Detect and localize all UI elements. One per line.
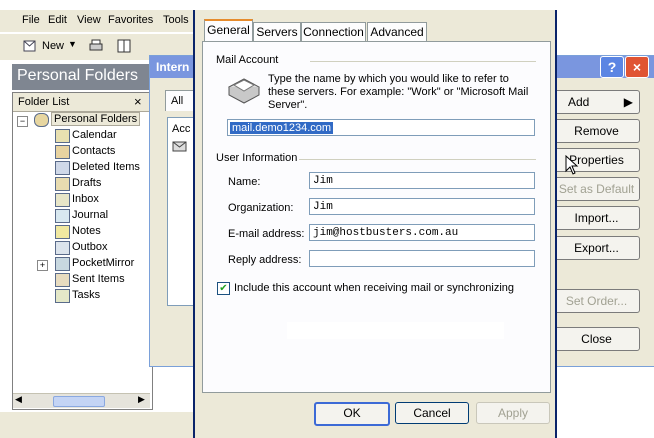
journal-icon [55, 209, 70, 223]
reply-address-label: Reply address: [228, 254, 302, 266]
set-order-button[interactable]: Set Order... [553, 289, 640, 313]
menu-favorites[interactable]: Favorites [108, 14, 153, 26]
organization-field[interactable]: Jim [309, 198, 535, 215]
menu-view[interactable]: View [77, 14, 101, 26]
folder-item-label: Sent Items [72, 273, 125, 285]
help-button[interactable]: ? [600, 56, 624, 78]
personal-folders-icon [34, 113, 49, 127]
scroll-left-icon[interactable]: ◀ [15, 394, 22, 405]
calendar-icon [55, 129, 70, 143]
close-button[interactable]: × [625, 56, 649, 78]
cancel-button[interactable]: Cancel [395, 402, 469, 424]
mail-account-icon [226, 75, 262, 105]
import-button[interactable]: Import... [553, 206, 640, 230]
contacts-icon [55, 145, 70, 159]
name-field[interactable]: Jim [309, 172, 535, 189]
folder-list-title: Folder List [18, 96, 70, 108]
inbox-icon [55, 193, 70, 207]
export-button[interactable]: Export... [553, 236, 640, 260]
divider [310, 61, 536, 62]
notes-icon [55, 225, 70, 239]
menu-edit[interactable]: Edit [48, 14, 67, 26]
divider [299, 159, 536, 160]
accounts-list-header: Acc [172, 123, 191, 135]
chevron-down-icon[interactable]: ▼ [68, 39, 77, 49]
include-account-label: Include this account when receiving mail… [234, 282, 515, 294]
collapse-icon[interactable]: − [17, 116, 28, 127]
mail-account-name-input[interactable]: mail.demo1234.com [227, 119, 535, 136]
drafts-icon [55, 177, 70, 191]
folder-banner-title: Personal Folders [17, 67, 138, 84]
folder-item-label: Drafts [72, 177, 102, 189]
account-icon [172, 139, 188, 153]
pocketmirror-icon [55, 257, 70, 271]
add-button[interactable]: Add ▶ [553, 90, 640, 114]
expand-icon[interactable]: + [37, 260, 48, 271]
menu-file[interactable]: File [22, 14, 40, 26]
user-info-group-label: User Information [216, 152, 298, 164]
reply-address-field[interactable] [309, 250, 535, 267]
folder-item-label: Notes [72, 225, 101, 237]
close-dialog-button[interactable]: Close [553, 327, 640, 351]
menu-tools[interactable]: Tools [163, 14, 189, 26]
include-account-checkbox[interactable]: ✔ [217, 282, 230, 295]
tab-advanced[interactable]: Advanced [367, 22, 427, 42]
folder-item-label: PocketMirror [72, 257, 135, 269]
set-default-button[interactable]: Set as Default [553, 177, 640, 201]
name-label: Name: [228, 176, 261, 188]
menu-bar: File Edit View Favorites Tools [0, 10, 195, 32]
folder-item-label: Contacts [72, 145, 116, 157]
scroll-thumb[interactable] [53, 396, 105, 407]
address-book-icon[interactable] [116, 38, 132, 54]
mail-account-group-label: Mail Account [216, 54, 279, 66]
email-field[interactable]: jim@hostbusters.com.au [309, 224, 535, 241]
new-mail-icon [22, 39, 38, 53]
horizontal-scrollbar[interactable]: ◀ ▶ [13, 393, 150, 408]
folder-item-label: Journal [72, 209, 109, 221]
sent-items-icon [55, 273, 70, 287]
email-label: E-mail address: [228, 228, 305, 240]
chevron-right-icon: ▶ [623, 95, 633, 109]
mouse-cursor-icon [565, 154, 579, 175]
folder-item-label: Calendar [72, 129, 117, 141]
tab-connection[interactable]: Connection [301, 22, 366, 42]
close-icon[interactable]: × [134, 94, 142, 109]
accounts-dialog-title: Intern [156, 60, 190, 74]
scroll-right-icon[interactable]: ▶ [138, 394, 145, 405]
apply-button[interactable]: Apply [476, 402, 550, 424]
tab-servers[interactable]: Servers [253, 22, 301, 42]
mail-account-name-value: mail.demo1234.com [230, 122, 334, 134]
organization-label: Organization: [228, 202, 294, 214]
new-button[interactable]: New [42, 40, 64, 52]
ok-button[interactable]: OK [314, 402, 390, 426]
folder-item-label: Tasks [72, 289, 101, 301]
folder-item-label: Inbox [72, 193, 99, 205]
outbox-icon [55, 241, 70, 255]
tasks-icon [55, 289, 70, 303]
redacted-area [287, 322, 504, 339]
print-icon[interactable] [88, 38, 104, 54]
status-bar [0, 412, 195, 438]
mail-account-description: Type the name by which you would like to… [268, 73, 529, 111]
folder-item-label: Outbox [72, 241, 108, 253]
deleted-items-icon [55, 161, 70, 175]
folder-item-label: Deleted Items [72, 161, 140, 173]
remove-button[interactable]: Remove [553, 119, 640, 143]
